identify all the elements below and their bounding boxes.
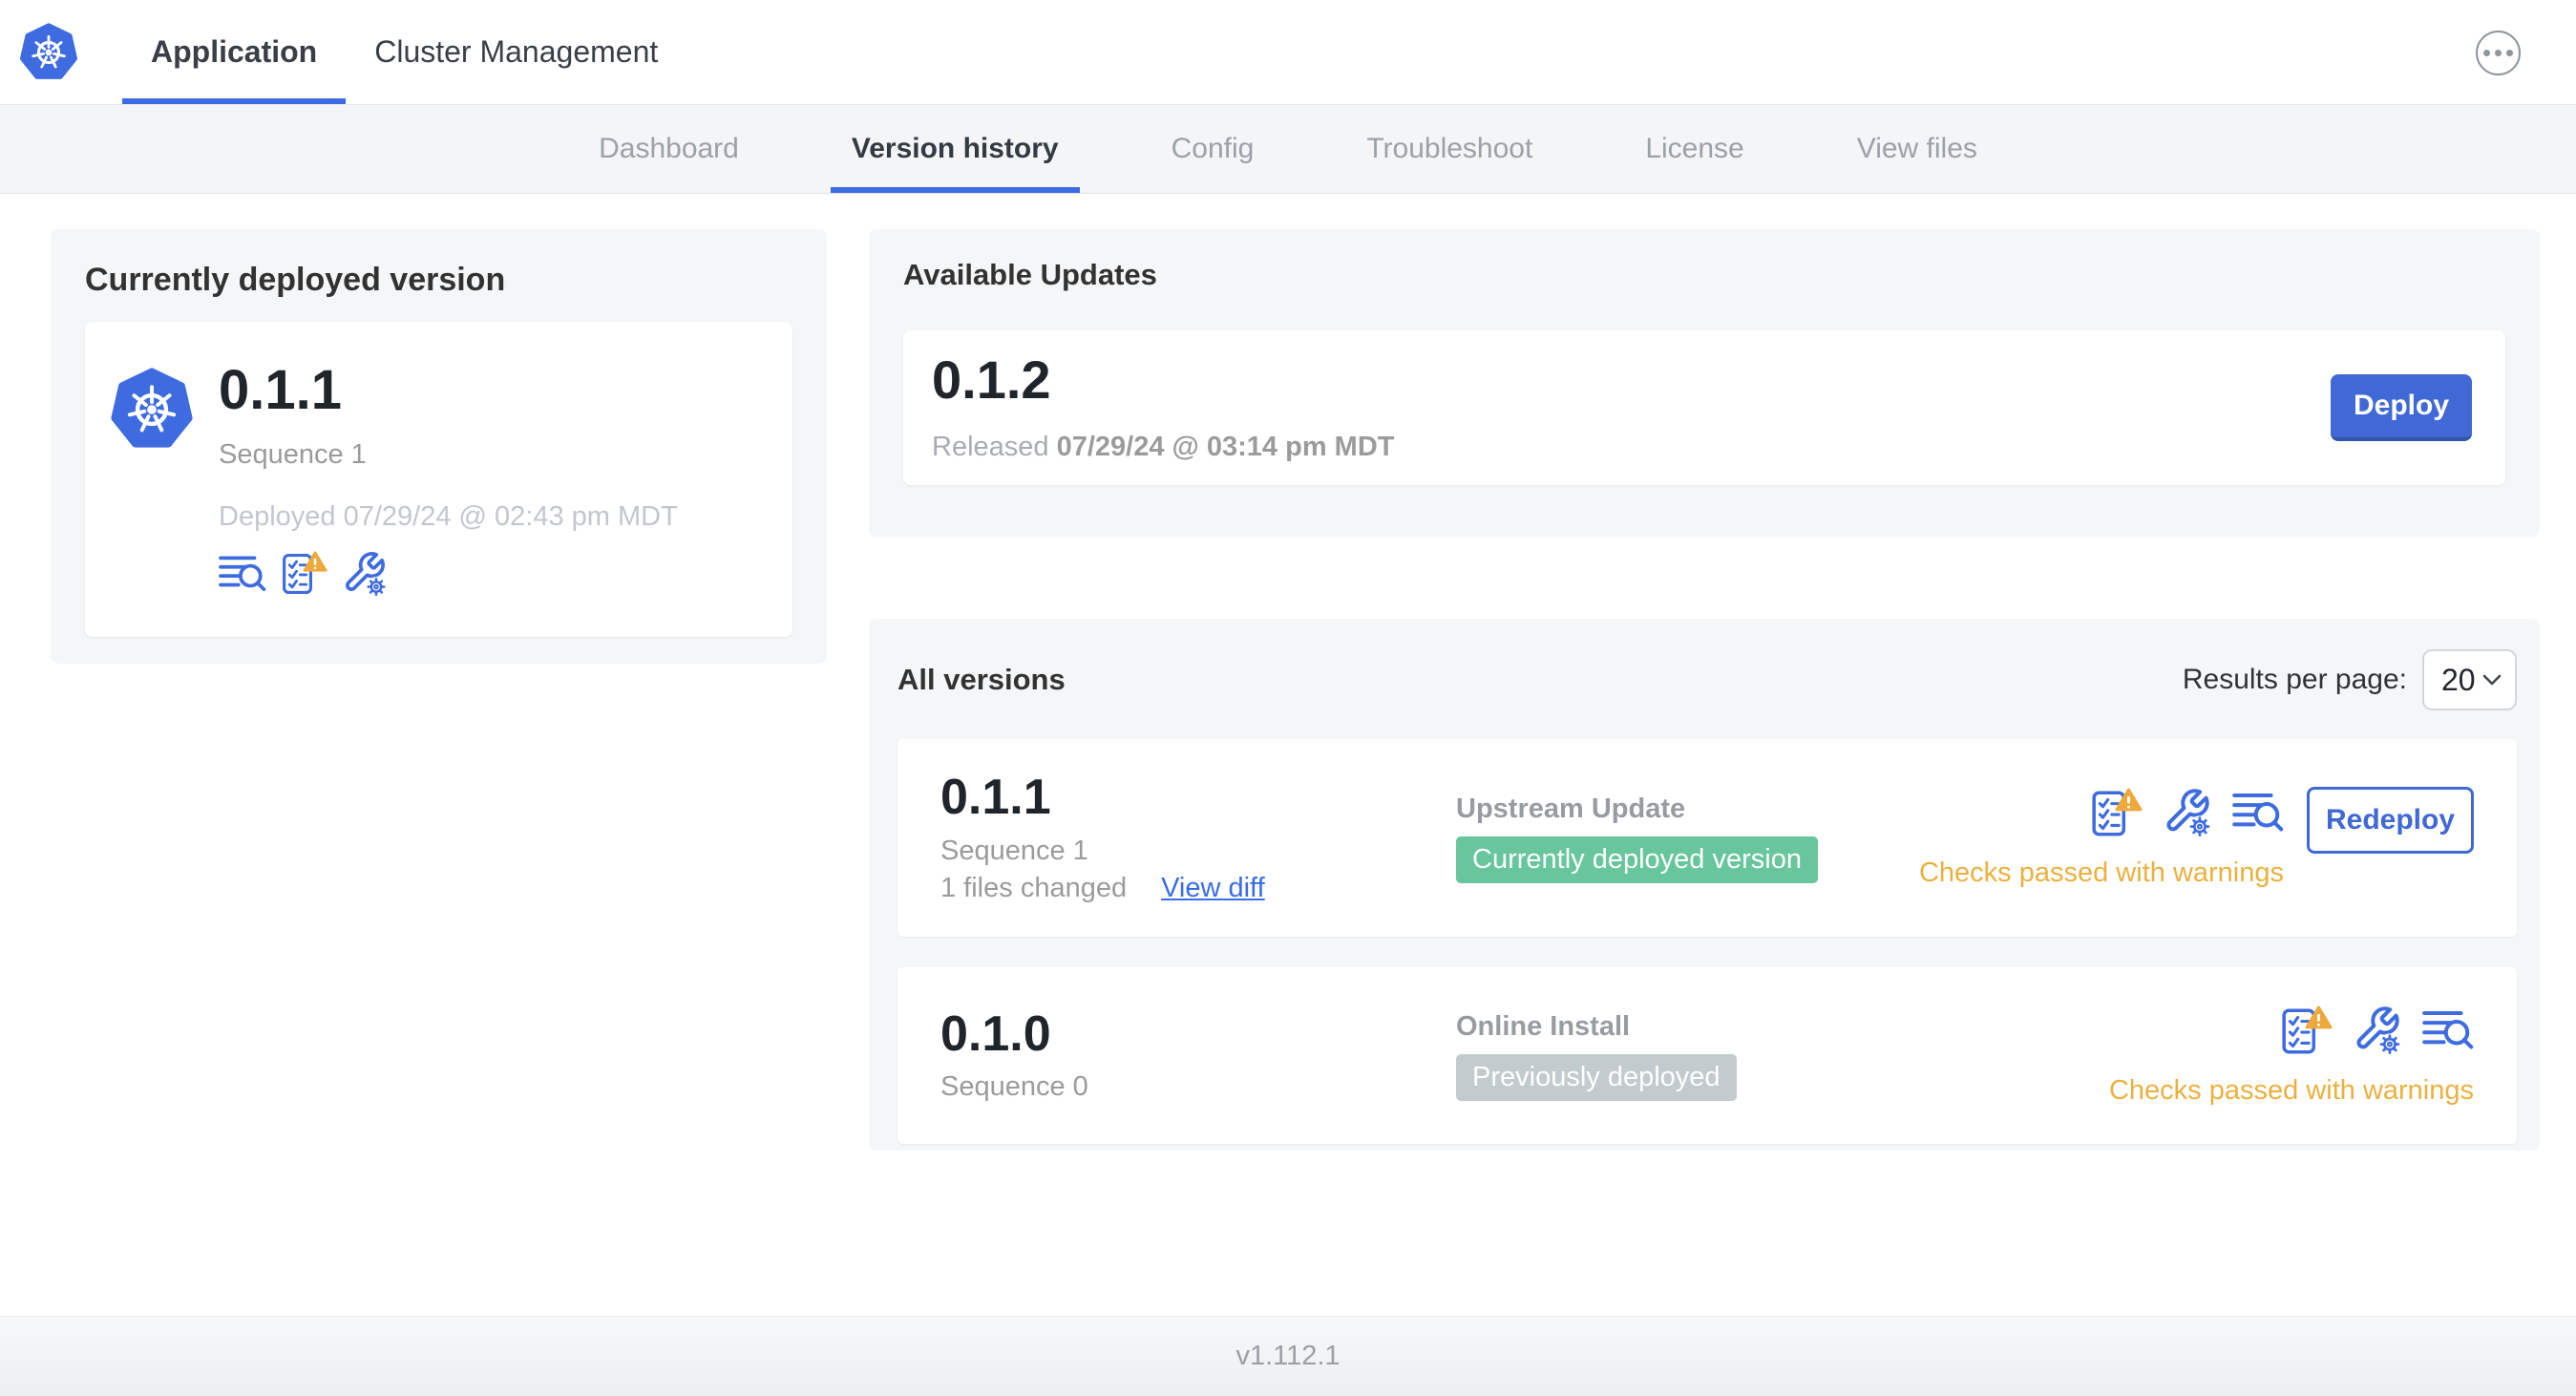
preflight-checks-warning-icon[interactable] (280, 550, 327, 598)
version-source: Online Install (1456, 1010, 1631, 1042)
app-subnav: Dashboard Version history Config Trouble… (0, 105, 2576, 194)
row-version-number: 0.1.1 (940, 770, 1051, 826)
console-footer: v1.112.1 (0, 1316, 2576, 1396)
subnav-view-files[interactable]: View files (1836, 105, 1998, 193)
status-badge: Previously deployed (1456, 1053, 1737, 1101)
redeploy-button[interactable]: Redeploy (2307, 787, 2474, 854)
row-action-icons (2089, 787, 2284, 840)
currently-deployed-inner-card: 0.1.1 Sequence 1 Deployed 07/29/24 @ 02:… (85, 322, 792, 637)
gear-icon (367, 577, 386, 597)
current-version-actions (219, 550, 678, 598)
subnav-version-history[interactable]: Version history (830, 105, 1080, 193)
row-version-number: 0.1.0 (940, 1005, 1051, 1062)
tab-cluster-management[interactable]: Cluster Management (346, 0, 686, 104)
current-version-number: 0.1.1 (219, 359, 342, 421)
deploy-logs-icon[interactable] (2232, 787, 2284, 838)
config-icon[interactable] (2162, 787, 2213, 838)
top-tabs: Application Cluster Management (122, 0, 686, 104)
config-icon[interactable] (341, 550, 389, 598)
top-header: Application Cluster Management (0, 0, 2576, 105)
admin-console-page: Application Cluster Management Dashboard… (0, 0, 2576, 1396)
gear-icon (2379, 1034, 2400, 1054)
tab-application-label: Application (151, 34, 318, 69)
row-action-icons (2279, 1005, 2474, 1058)
deploy-button[interactable]: Deploy (2331, 374, 2472, 441)
config-icon[interactable] (2352, 1005, 2403, 1056)
app-icon-kubernetes (110, 366, 194, 454)
preflight-checks-warning-icon[interactable] (2089, 787, 2143, 840)
console-version: v1.112.1 (1235, 1341, 1341, 1371)
tab-cluster-management-label: Cluster Management (374, 34, 659, 69)
preflight-checks-warning-icon[interactable] (2279, 1005, 2333, 1058)
deploy-logs-icon[interactable] (2422, 1005, 2474, 1056)
all-versions-card: All versions Results per page: 20 0.1.1 … (869, 619, 2540, 1151)
results-per-page-label: Results per page: (2182, 664, 2407, 695)
available-updates-title: Available Updates (903, 258, 1157, 291)
subnav-troubleshoot[interactable]: Troubleshoot (1345, 105, 1553, 193)
row-sequence: Sequence 1 (940, 835, 1088, 866)
available-update-row: 0.1.2 Released 07/29/24 @ 03:14 pm MDT D… (903, 330, 2505, 485)
subnav-dashboard[interactable]: Dashboard (578, 105, 760, 193)
released-timestamp: Released 07/29/24 @ 03:14 pm MDT (932, 431, 1395, 462)
chevron-down-icon (2482, 674, 2502, 685)
current-sequence: Sequence 1 (219, 438, 367, 470)
ellipsis-icon (2483, 50, 2490, 56)
more-menu-button[interactable] (2476, 31, 2521, 75)
available-updates-card: Available Updates 0.1.2 Released 07/29/2… (869, 229, 2540, 537)
gear-icon (2189, 816, 2210, 836)
app-logo (19, 0, 78, 104)
tab-application[interactable]: Application (122, 0, 347, 104)
kubernetes-logo-icon (19, 22, 78, 79)
checks-status: Checks passed with warnings (2108, 1075, 2474, 1106)
results-per-page-select[interactable]: 20 (2422, 649, 2517, 710)
currently-deployed-title: Currently deployed version (85, 262, 506, 298)
version-row-0-1-1: 0.1.1 Sequence 1 1 files changed View di… (897, 739, 2517, 937)
subnav-config[interactable]: Config (1151, 105, 1276, 193)
version-source: Upstream Update (1456, 793, 1686, 824)
update-version-number: 0.1.2 (932, 349, 1051, 411)
checks-status: Checks passed with warnings (1918, 857, 2284, 888)
files-changed: 1 files changed (940, 872, 1128, 903)
deployed-timestamp: Deployed 07/29/24 @ 02:43 pm MDT (219, 500, 678, 532)
version-row-0-1-0: 0.1.0 Sequence 0 Online Install Previous… (897, 967, 2517, 1144)
row-sequence: Sequence 0 (940, 1071, 1088, 1103)
currently-deployed-card: Currently deployed version 0.1.1 Sequenc… (51, 229, 827, 664)
view-diff-link[interactable]: View diff (1161, 873, 1265, 904)
all-versions-title: All versions (897, 663, 1066, 696)
status-badge: Currently deployed version (1456, 835, 1818, 883)
deploy-logs-icon[interactable] (219, 550, 266, 598)
main-content: Currently deployed version 0.1.1 Sequenc… (0, 194, 2576, 1316)
subnav-license[interactable]: License (1624, 105, 1764, 193)
kubernetes-logo-icon (111, 368, 193, 448)
